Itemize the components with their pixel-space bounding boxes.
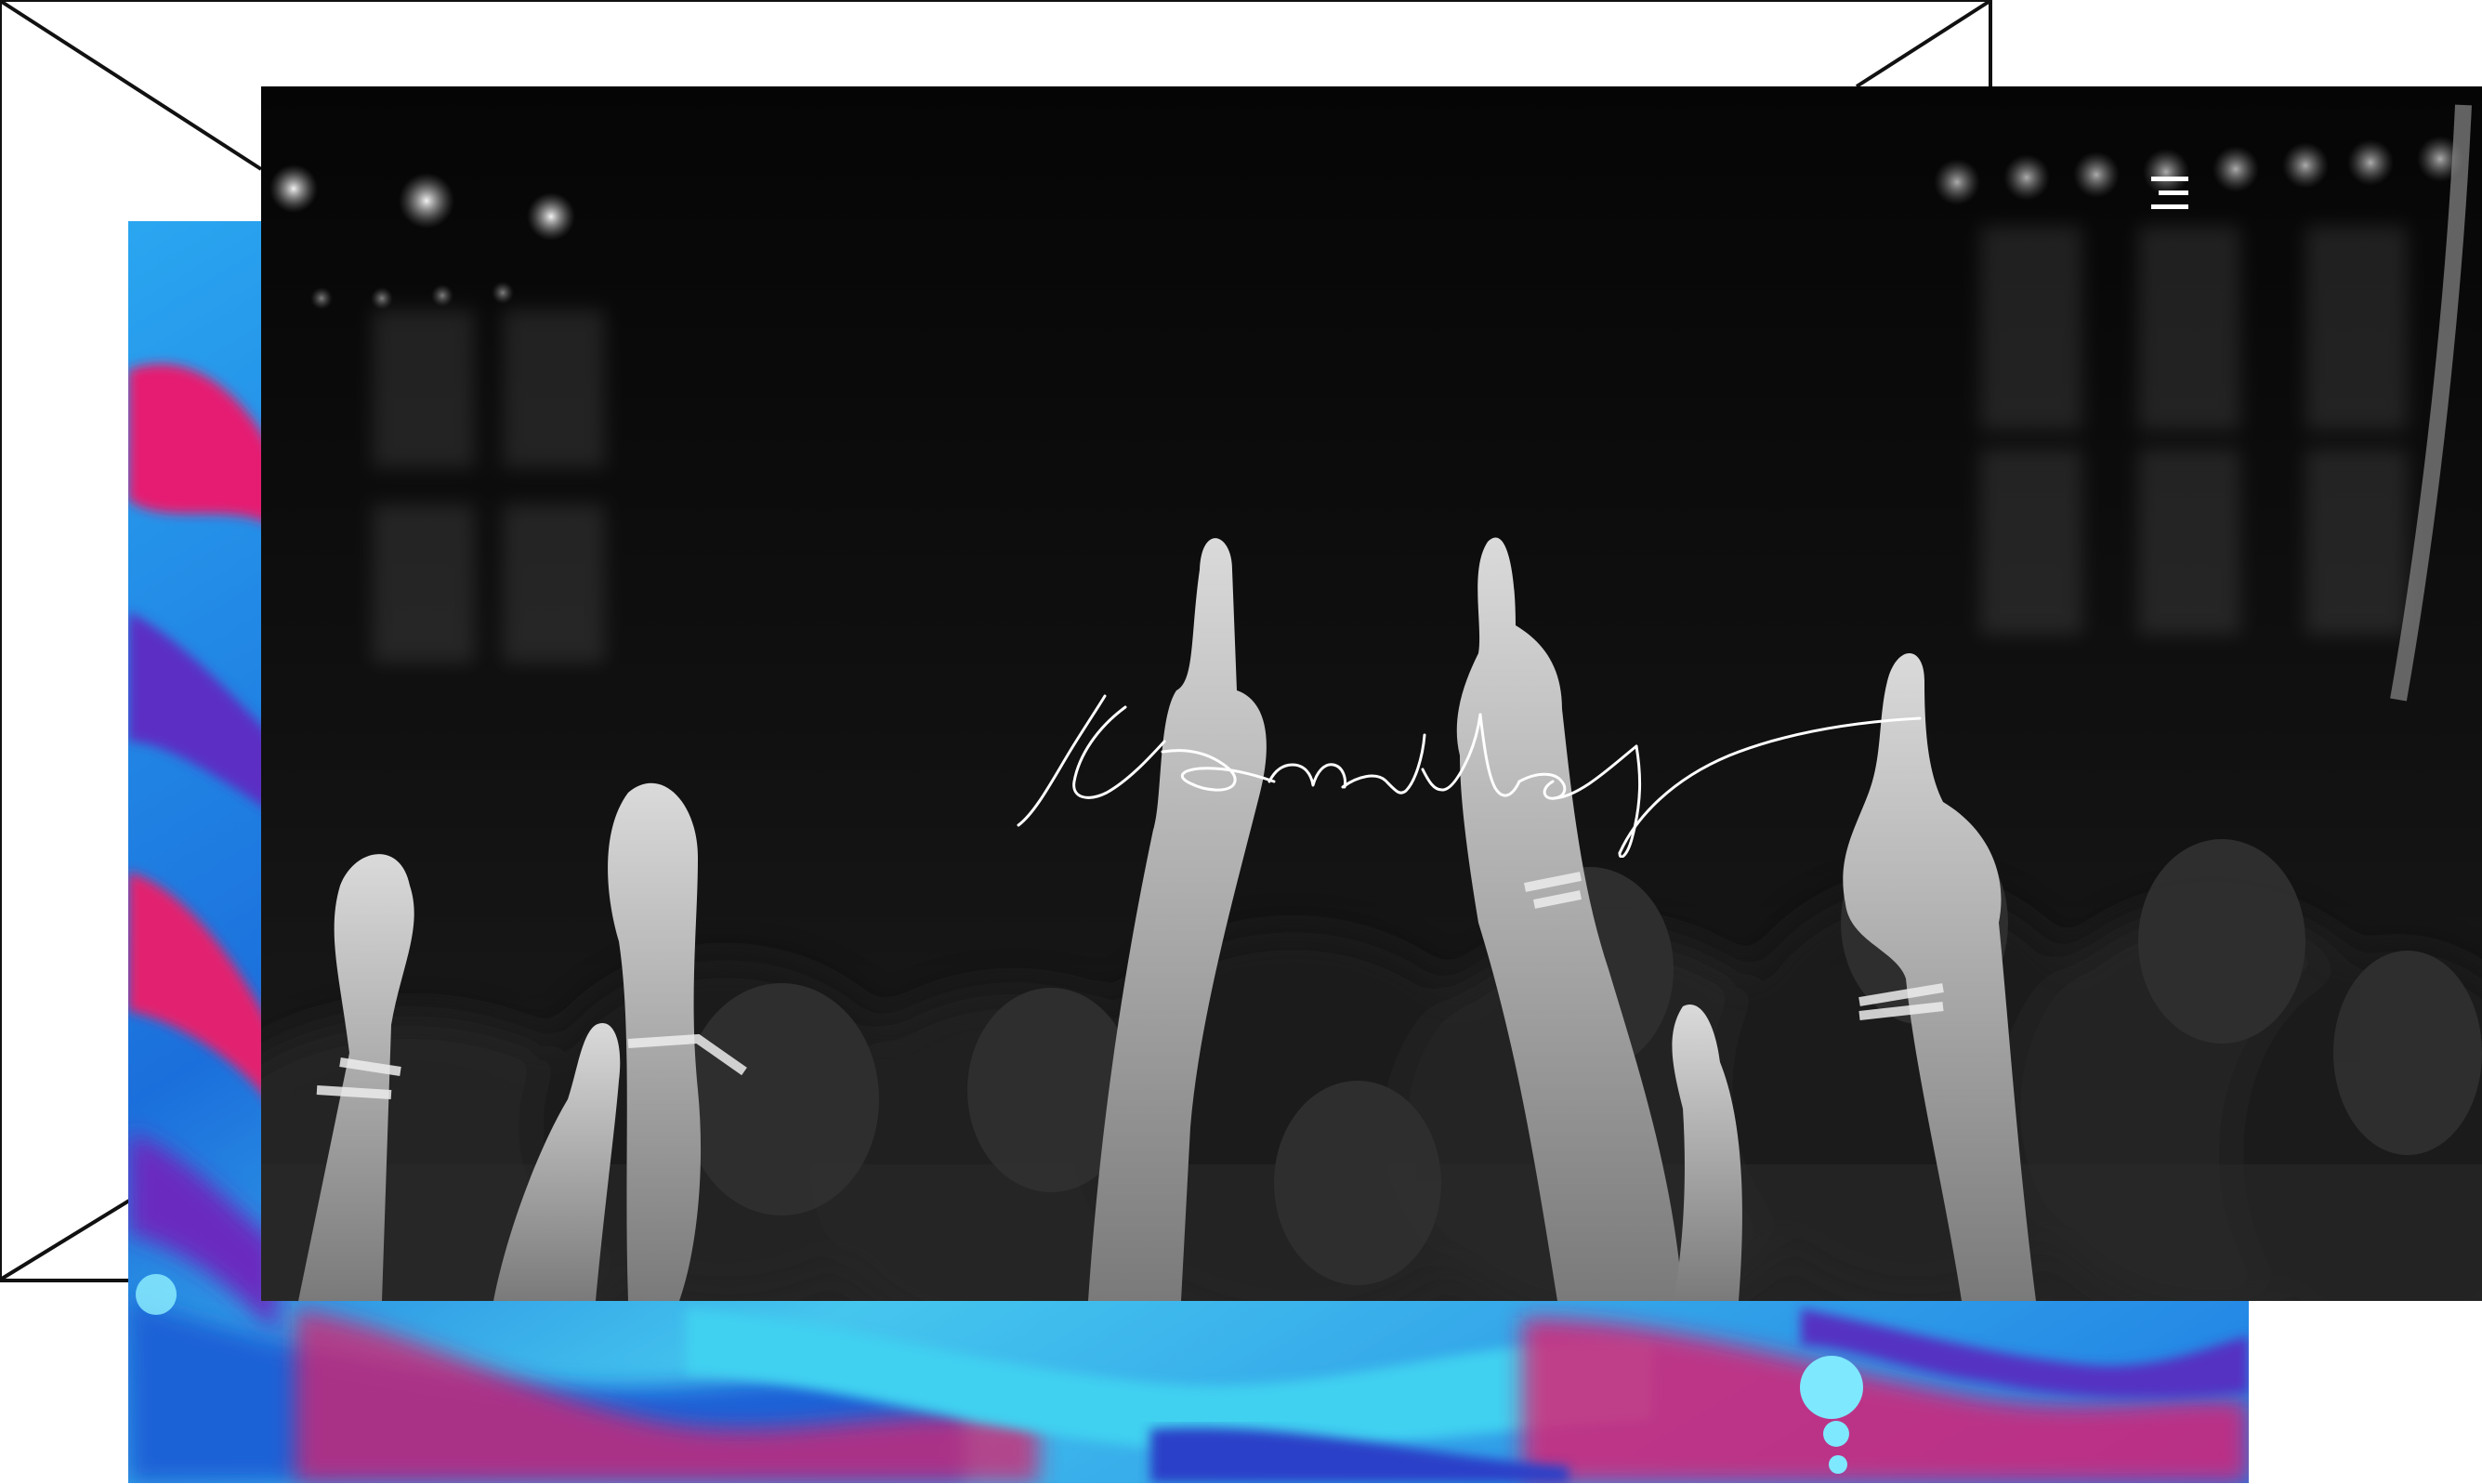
hero-banner: Kemilly — [261, 86, 2482, 1301]
hamburger-menu-button[interactable] — [2138, 165, 2194, 221]
brand-logo: Kemilly — [986, 616, 1943, 859]
